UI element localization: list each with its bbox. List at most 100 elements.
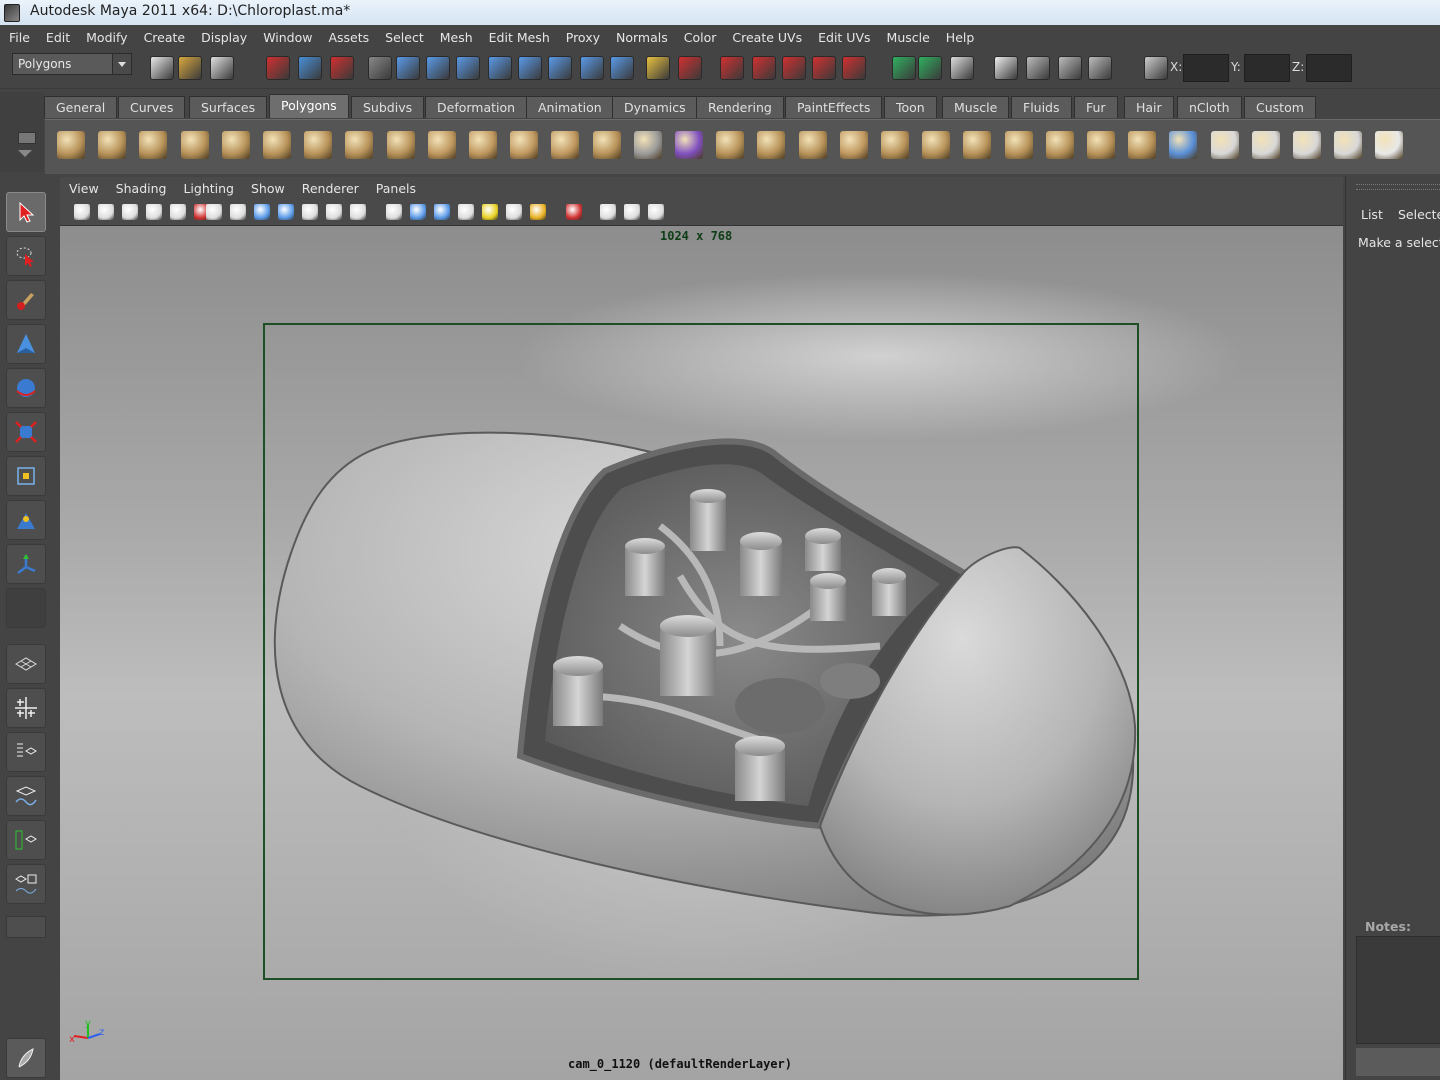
shelf-button-cylinder[interactable] bbox=[136, 125, 170, 165]
image-plane-icon[interactable] bbox=[146, 204, 162, 220]
shelf-button-cone[interactable] bbox=[178, 125, 212, 165]
panel-menu-view[interactable]: View bbox=[60, 181, 107, 196]
menu-normals[interactable]: Normals bbox=[607, 30, 675, 45]
outliner-persp-layout[interactable] bbox=[6, 732, 46, 772]
shelf-button-smooth[interactable] bbox=[548, 125, 582, 165]
input-ops-icon[interactable] bbox=[548, 56, 572, 80]
shelf-button-auto-map[interactable] bbox=[1331, 125, 1365, 165]
menu-window[interactable]: Window bbox=[254, 30, 319, 45]
attribute-editor-toggle-icon[interactable] bbox=[994, 56, 1018, 80]
select-by-component-icon[interactable] bbox=[330, 56, 354, 80]
channel-box-toggle-icon[interactable] bbox=[950, 56, 974, 80]
shelf-button-extract[interactable] bbox=[507, 125, 541, 165]
tab-curves[interactable]: Curves bbox=[118, 96, 186, 118]
shelf-button-merge[interactable] bbox=[1002, 125, 1036, 165]
menu-select[interactable]: Select bbox=[376, 30, 431, 45]
tab-animation[interactable]: Animation bbox=[526, 96, 614, 118]
shelf-button-bevel[interactable] bbox=[878, 125, 912, 165]
outliner-toggle-icon[interactable] bbox=[1088, 56, 1112, 80]
layout-list-button[interactable] bbox=[6, 916, 46, 938]
tab-surfaces[interactable]: Surfaces bbox=[189, 96, 268, 118]
menu-help[interactable]: Help bbox=[937, 30, 982, 45]
ambient-occlusion-icon[interactable] bbox=[530, 204, 546, 220]
tab-custom[interactable]: Custom bbox=[1244, 96, 1316, 118]
tab-hair[interactable]: Hair bbox=[1124, 96, 1174, 118]
ipr-render-icon[interactable] bbox=[752, 56, 776, 80]
shelf-button-sphere[interactable] bbox=[54, 125, 88, 165]
shelf-button-cube[interactable] bbox=[95, 125, 129, 165]
tab-rendering[interactable]: Rendering bbox=[696, 96, 784, 118]
isolate-select-icon[interactable] bbox=[566, 204, 582, 220]
tab-fur[interactable]: Fur bbox=[1074, 96, 1118, 118]
shadows-icon[interactable] bbox=[506, 204, 522, 220]
tab-subdivs[interactable]: Subdivs bbox=[351, 96, 425, 118]
textured-icon[interactable] bbox=[458, 204, 474, 220]
save-scene-icon[interactable] bbox=[210, 56, 234, 80]
panel-grip[interactable] bbox=[1356, 184, 1440, 190]
rotate-tool[interactable] bbox=[6, 368, 46, 408]
field-chart-icon[interactable] bbox=[302, 204, 318, 220]
select-by-hierarchy-icon[interactable] bbox=[266, 56, 290, 80]
two-d-pan-zoom-icon[interactable] bbox=[170, 204, 186, 220]
menu-selected[interactable]: Selecte bbox=[1398, 207, 1440, 222]
four-view-layout[interactable] bbox=[6, 688, 46, 728]
xray-active-icon[interactable] bbox=[648, 204, 664, 220]
menu-set-dropdown[interactable]: Polygons bbox=[12, 53, 132, 75]
universal-manipulator-tool[interactable] bbox=[6, 456, 46, 496]
scale-tool[interactable] bbox=[6, 412, 46, 452]
hypershade-icon[interactable] bbox=[812, 56, 836, 80]
z-coordinate-field[interactable] bbox=[1306, 54, 1352, 82]
xray-icon[interactable] bbox=[600, 204, 616, 220]
shelf-button-insert-edge-loop[interactable] bbox=[796, 125, 830, 165]
menu-create[interactable]: Create bbox=[135, 30, 193, 45]
render-current-frame-icon[interactable] bbox=[720, 56, 744, 80]
tool-settings-toggle-icon[interactable] bbox=[1026, 56, 1050, 80]
snap-to-curve-icon[interactable] bbox=[426, 56, 450, 80]
shelf-button-combine[interactable] bbox=[425, 125, 459, 165]
shade-wireframe-icon[interactable] bbox=[434, 204, 450, 220]
snap-to-point-icon[interactable] bbox=[456, 56, 480, 80]
gate-mask-icon[interactable] bbox=[278, 204, 294, 220]
safe-title-icon[interactable] bbox=[350, 204, 366, 220]
last-used-tool[interactable] bbox=[6, 588, 46, 628]
attribute-editor-buttons[interactable] bbox=[1356, 1048, 1440, 1076]
render-settings-icon[interactable] bbox=[782, 56, 806, 80]
shelf-button-uv-editor[interactable] bbox=[1372, 125, 1406, 165]
perspective-viewport[interactable]: 1024 x 768 x y z cam_0_1120 (defaultRend… bbox=[60, 226, 1343, 1080]
menu-proxy[interactable]: Proxy bbox=[557, 30, 607, 45]
shelf-button-quadrangulate[interactable] bbox=[1166, 125, 1200, 165]
menu-edit-uvs[interactable]: Edit UVs bbox=[809, 30, 877, 45]
panel-menu-lighting[interactable]: Lighting bbox=[174, 181, 242, 196]
tab-dynamics[interactable]: Dynamics bbox=[612, 96, 698, 118]
chevron-down-icon[interactable] bbox=[112, 54, 131, 74]
wireframe-icon[interactable] bbox=[386, 204, 402, 220]
panel-menu-shading[interactable]: Shading bbox=[107, 181, 175, 196]
notes-field[interactable] bbox=[1356, 936, 1440, 1044]
soft-modification-tool[interactable] bbox=[6, 500, 46, 540]
xray-joints-icon[interactable] bbox=[624, 204, 640, 220]
safe-action-icon[interactable] bbox=[326, 204, 342, 220]
menu-modify[interactable]: Modify bbox=[77, 30, 134, 45]
panel-menu-show[interactable]: Show bbox=[242, 181, 293, 196]
help-line-icon[interactable] bbox=[610, 56, 634, 80]
selection-mask-icon[interactable] bbox=[368, 56, 392, 80]
transform-input-icon[interactable] bbox=[1144, 56, 1168, 80]
shelf-button-extrude[interactable] bbox=[919, 125, 953, 165]
toggle-history-icon[interactable] bbox=[918, 56, 942, 80]
shelf-button-torus[interactable] bbox=[260, 125, 294, 165]
panel-menu-renderer[interactable]: Renderer bbox=[293, 181, 367, 196]
shelf-button-soccer-ball[interactable] bbox=[384, 125, 418, 165]
show-manipulator-tool[interactable] bbox=[6, 544, 46, 584]
menu-create-uvs[interactable]: Create UVs bbox=[723, 30, 809, 45]
lasso-tool[interactable] bbox=[6, 236, 46, 276]
menu-edit[interactable]: Edit bbox=[37, 30, 77, 45]
grid-icon[interactable] bbox=[206, 204, 222, 220]
shelf-button-spherical-map[interactable] bbox=[1290, 125, 1324, 165]
shelf-button-triangulate[interactable] bbox=[1125, 125, 1159, 165]
move-tool[interactable] bbox=[6, 324, 46, 364]
snap-to-view-plane-icon[interactable] bbox=[488, 56, 512, 80]
hypershade-persp-layout[interactable] bbox=[6, 820, 46, 860]
shelf-button-planar-map[interactable] bbox=[1208, 125, 1242, 165]
menu-list[interactable]: List bbox=[1361, 207, 1383, 222]
shelf-button-cylindrical-map[interactable] bbox=[1249, 125, 1283, 165]
